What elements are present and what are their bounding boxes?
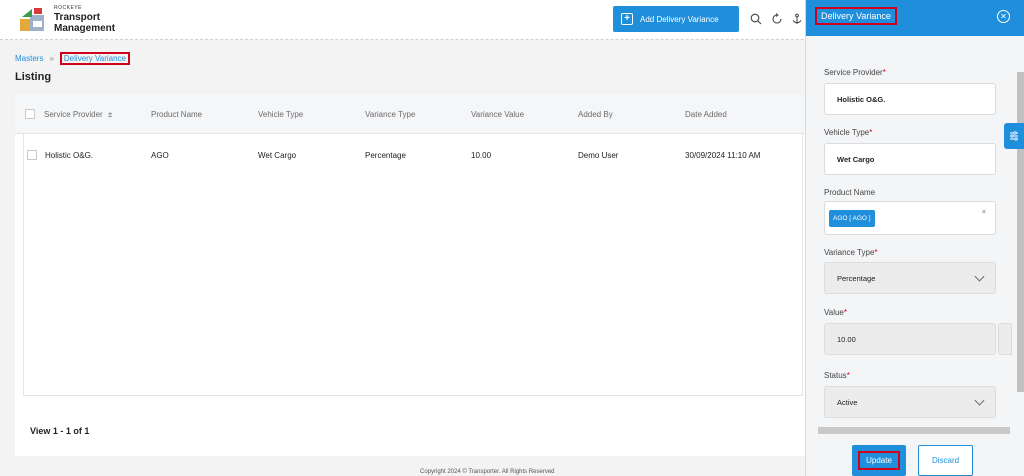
breadcrumb-current: Delivery Variance [59,52,131,65]
variance-type-label-text: Variance Type [824,248,875,257]
required-mark: * [869,128,873,137]
product-name-label: Product Name [824,188,876,197]
status-value: Active [837,397,858,407]
cell-product-name: AGO [151,151,169,160]
anchor-icon[interactable] [790,12,804,26]
value-suffix: % [1011,333,1012,343]
cell-variance-value: 10.00 [471,151,492,160]
brand-line-2: Management [54,22,116,34]
chevron-down-icon [974,395,985,406]
column-product-name: Product Name [151,110,203,119]
column-service-provider-label: Service Provider [44,110,103,119]
scrollbar-thumb[interactable] [1017,72,1024,392]
column-added-by: Added By [578,110,613,119]
product-chip[interactable]: AGO [ AGO ] [829,209,875,227]
discard-button[interactable]: Discard [918,445,973,476]
service-provider-field[interactable]: Holistic O&G. [824,83,996,115]
status-label-text: Status [824,371,847,380]
table-body [23,134,803,396]
variance-type-label: Variance Type* [824,248,878,257]
value-label: Value* [824,308,847,317]
update-button-label: Update [858,451,900,470]
brand-line-1: Transport [54,11,101,23]
service-provider-label-text: Service Provider [824,68,883,77]
required-mark: * [882,68,886,77]
breadcrumb-separator: » [49,54,54,63]
required-mark: * [874,248,878,257]
cell-vehicle-type: Wet Cargo [258,151,297,160]
panel-title: Delivery Variance [815,7,897,25]
row-checkbox[interactable] [27,150,37,160]
delivery-variance-panel: Delivery Variance ✕ Service Provider* Ho… [805,0,1024,476]
status-select[interactable]: Active [824,386,996,418]
add-delivery-variance-button[interactable]: + Add Delivery Variance [613,6,739,32]
service-provider-label: Service Provider* [824,68,886,77]
column-date-added: Date Added [685,110,727,119]
column-variance-value: Variance Value [471,110,525,119]
column-service-provider[interactable]: Service Provider ± [44,110,112,119]
breadcrumb: Masters » Delivery Variance [15,52,131,65]
required-mark: * [846,371,850,380]
plus-icon: + [621,13,633,25]
cell-service-provider: Holistic O&G. [45,151,94,160]
status-label: Status* [824,371,850,380]
brand-logo-icon [20,8,44,31]
brand-name: ROCKEYE Transport Management [54,5,116,34]
value-input[interactable]: 10.00 [824,323,996,355]
cell-variance-type: Percentage [365,151,406,160]
variance-type-select[interactable]: Percentage [824,262,996,294]
value-suffix-box: % [998,323,1012,355]
required-mark: * [843,308,847,317]
settings-sliders-icon[interactable] [1004,123,1024,149]
product-name-field[interactable]: AGO [ AGO ] × [824,201,996,235]
service-provider-value: Holistic O&G. [837,94,886,104]
listing-card: Service Provider ± Product Name Vehicle … [15,94,815,456]
cell-date-added: 30/09/2024 11:10 AM [685,151,761,160]
sort-icon[interactable]: ± [108,110,112,119]
table-header: Service Provider ± Product Name Vehicle … [15,94,815,134]
search-icon[interactable] [749,12,763,26]
column-vehicle-type: Vehicle Type [258,110,304,119]
refresh-icon[interactable] [770,12,784,26]
add-button-label: Add Delivery Variance [640,14,719,24]
variance-type-value: Percentage [837,273,876,283]
chevron-down-icon [974,271,985,282]
discard-button-label: Discard [931,456,960,465]
vertical-scrollbar[interactable] [1015,62,1024,422]
vehicle-type-value: Wet Cargo [837,154,875,164]
panel-header: Delivery Variance ✕ [806,0,1024,36]
value-input-text: 10.00 [837,334,856,344]
clear-icon[interactable]: × [982,209,986,216]
breadcrumb-masters-link[interactable]: Masters [15,54,43,63]
page-title: Listing [15,71,52,83]
close-icon[interactable]: ✕ [997,10,1010,23]
vehicle-type-label-text: Vehicle Type [824,128,870,137]
footer-copyright: Copyright 2024 © Transporter. All Rights… [420,469,555,475]
update-button[interactable]: Update [852,445,906,476]
value-label-text: Value [824,308,844,317]
vehicle-type-label: Vehicle Type* [824,128,872,137]
cell-added-by: Demo User [578,151,619,160]
column-variance-type: Variance Type [365,110,416,119]
horizontal-scrollbar[interactable] [818,427,1010,434]
pagination-info: View 1 - 1 of 1 [30,426,90,436]
vehicle-type-field[interactable]: Wet Cargo [824,143,996,175]
select-all-checkbox[interactable] [25,109,35,119]
